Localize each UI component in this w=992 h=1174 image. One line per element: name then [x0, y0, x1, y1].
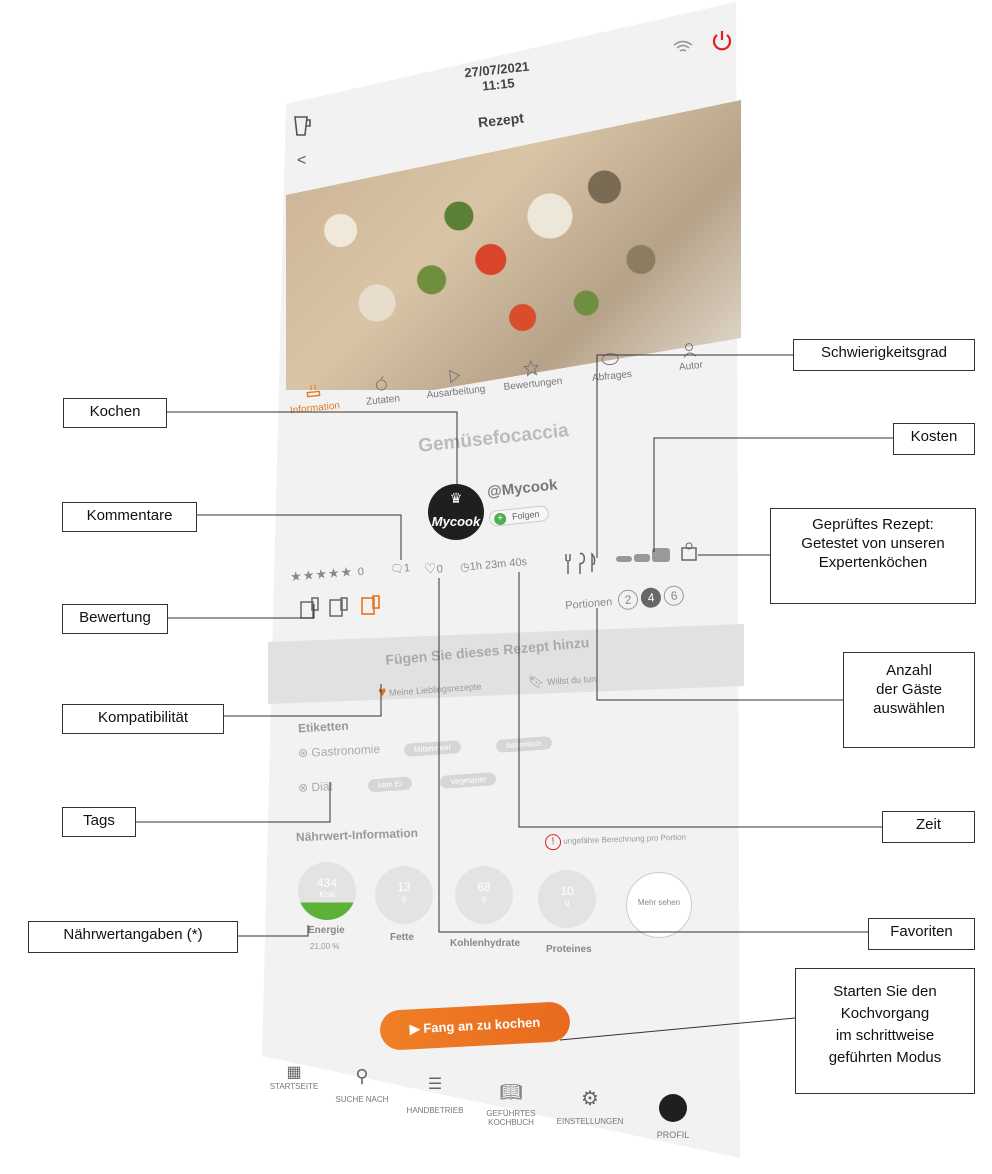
- callout-kosten: Kosten: [893, 423, 975, 455]
- callout-geprueft: Geprüftes Rezept: Getestet von unseren E…: [770, 508, 976, 604]
- callout-line: Starten Sie den: [833, 983, 937, 1000]
- callout-line: Getestet von unseren: [801, 535, 945, 552]
- callout-line: im schrittweise: [835, 1027, 935, 1044]
- callout-kommentare: Kommentare: [62, 502, 197, 532]
- callout-gaeste: Anzahl der Gäste auswählen: [843, 652, 975, 748]
- callout-favoriten: Favoriten: [868, 918, 975, 950]
- callout-naehrwert: Nährwertangaben (*): [28, 921, 238, 953]
- callout-starten: Starten Sie den Kochvorgang im schrittwe…: [795, 968, 975, 1094]
- callout-schwierigkeit: Schwierigkeitsgrad: [793, 339, 975, 371]
- callout-tags: Tags: [62, 807, 136, 837]
- callout-line: Anzahl: [886, 662, 932, 679]
- callout-line: der Gäste: [876, 681, 942, 698]
- callout-line: geführten Modus: [828, 1049, 942, 1066]
- callout-line: Geprüftes Rezept:: [812, 516, 934, 533]
- callout-kochen: Kochen: [63, 398, 167, 428]
- callout-zeit: Zeit: [882, 811, 975, 843]
- callout-line: Kochvorgang: [840, 1005, 930, 1022]
- callout-bewertung: Bewertung: [62, 604, 168, 634]
- callout-line: Expertenköchen: [818, 554, 928, 571]
- callout-line: auswählen: [873, 700, 945, 717]
- callout-kompatibilitaet: Kompatibilität: [62, 704, 224, 734]
